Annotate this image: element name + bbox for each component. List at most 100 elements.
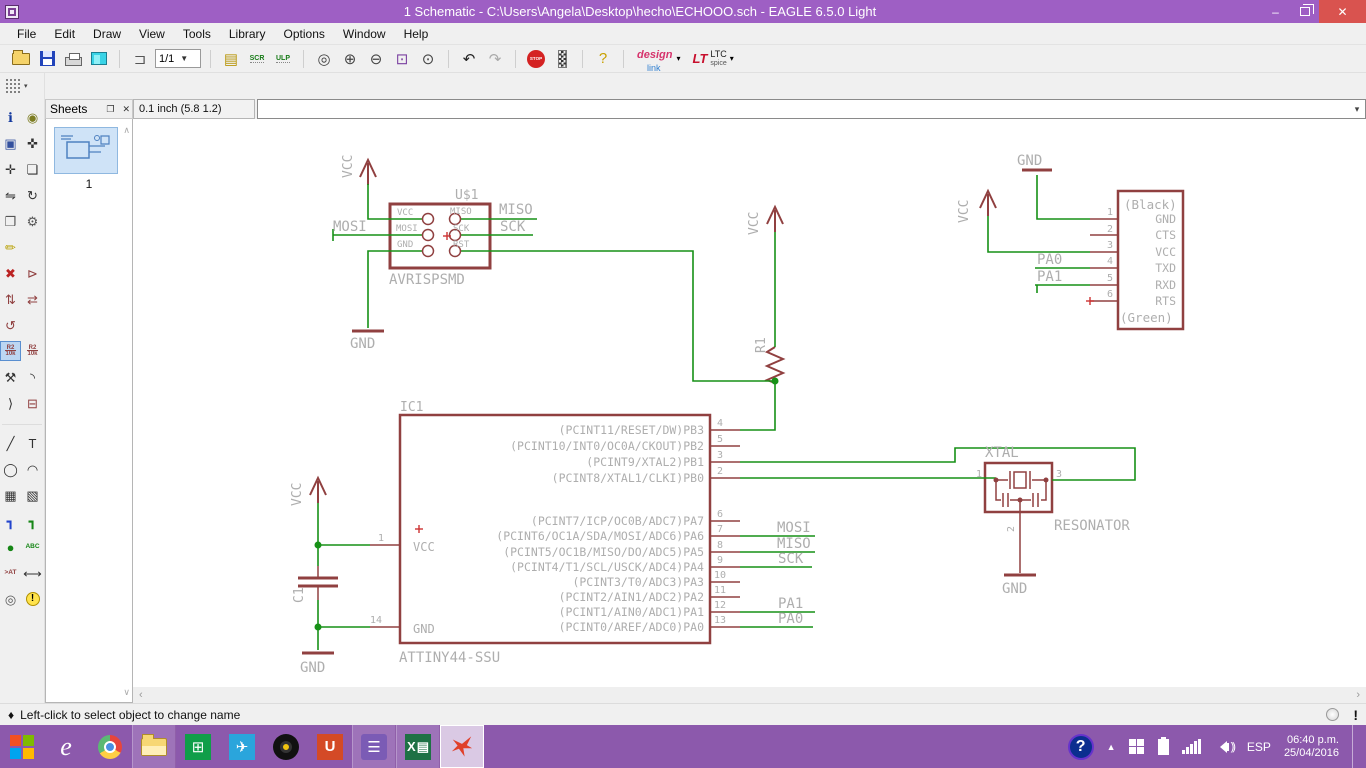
toolbar-run-script-button[interactable]: SCR xyxy=(246,48,268,70)
hidden-icons-arrow[interactable]: ▲ xyxy=(1107,742,1116,752)
tool-label[interactable]: ABC xyxy=(22,537,43,557)
sheets-scroll-down-icon[interactable]: ∨ xyxy=(123,687,130,698)
tool-smash[interactable]: ⚒ xyxy=(0,367,21,387)
menu-item-edit[interactable]: Edit xyxy=(45,25,84,43)
tool-bus[interactable]: ┓ xyxy=(0,511,21,531)
help-tray-icon[interactable]: ? xyxy=(1067,733,1094,760)
tool-mark[interactable]: ✜ xyxy=(22,133,43,153)
volume-icon[interactable]: )) xyxy=(1214,740,1236,753)
tool-cut[interactable]: ✏ xyxy=(0,237,21,257)
tool-attribute[interactable]: >AT xyxy=(0,563,21,583)
tool-net[interactable]: ┓ xyxy=(22,511,43,531)
taskbar-media-app-icon[interactable] xyxy=(264,725,308,768)
tool-dimension[interactable]: ⟷ xyxy=(22,563,43,583)
tool-miter[interactable]: ◝ xyxy=(22,367,43,387)
toolbar-zoom-in-button[interactable]: ⊕ xyxy=(339,48,361,70)
taskbar-pdf-app-icon[interactable]: U xyxy=(308,725,352,768)
tool-mirror[interactable]: ⇋ xyxy=(0,185,21,205)
toolbar-print-button[interactable] xyxy=(62,48,84,70)
tool-erc[interactable]: ◎ xyxy=(0,589,21,609)
tool-value[interactable]: R2 10k xyxy=(22,341,43,361)
float-panel-icon[interactable]: ❐ xyxy=(104,104,116,115)
tool-text[interactable]: T xyxy=(22,433,43,453)
grid-button[interactable]: ▾ xyxy=(0,73,44,99)
taskbar-file-explorer-icon[interactable] xyxy=(132,725,176,768)
tool-split[interactable]: ⟩ xyxy=(0,393,21,413)
tool-replace[interactable]: ↺ xyxy=(0,315,21,335)
tool-gateswap[interactable]: ⇄ xyxy=(22,289,43,309)
toolbar-open-button[interactable] xyxy=(10,48,32,70)
toolbar-zoom-out-button[interactable]: ⊖ xyxy=(365,48,387,70)
toolbar-use-library-button[interactable]: ▤ xyxy=(220,48,242,70)
tool-junction[interactable]: ● xyxy=(0,537,21,557)
network-signal-icon[interactable] xyxy=(1181,739,1201,754)
language-indicator[interactable]: ESP xyxy=(1247,740,1271,754)
toolbar-help-button[interactable]: ? xyxy=(592,48,614,70)
maximize-button[interactable] xyxy=(1290,0,1319,23)
tool-wire[interactable]: ╱ xyxy=(0,433,21,453)
taskbar-settings-app-icon[interactable]: ☰ xyxy=(352,725,396,768)
toolbar-zoom-select-button[interactable]: ⊡ xyxy=(391,48,413,70)
toolbar-cam-processor-button[interactable] xyxy=(88,48,110,70)
taskbar-chrome-icon[interactable] xyxy=(88,725,132,768)
sheets-scroll-up-icon[interactable]: ∧ xyxy=(123,125,130,136)
toolbar-stop-button[interactable]: STOP xyxy=(525,48,547,70)
tool-invoke[interactable]: ⊟ xyxy=(22,393,43,413)
toolbar-go-button[interactable] xyxy=(551,48,573,70)
scroll-right-icon[interactable]: › xyxy=(1356,689,1360,701)
taskbar-rocket-app-icon[interactable]: ✈ xyxy=(220,725,264,768)
toolbar-redo-button[interactable]: ↷ xyxy=(484,48,506,70)
toolbar-zoom-redraw-button[interactable]: ⊙ xyxy=(417,48,439,70)
tool-arc[interactable]: ◠ xyxy=(22,459,43,479)
tool-rect[interactable]: ▦ xyxy=(0,485,21,505)
menu-item-options[interactable]: Options xyxy=(275,25,334,43)
tool-polygon[interactable]: ▧ xyxy=(22,485,43,505)
tool-circle[interactable]: ◯ xyxy=(0,459,21,479)
scroll-left-icon[interactable]: ‹ xyxy=(139,689,143,701)
tool-change[interactable]: ⚙ xyxy=(22,211,43,231)
toolbar-sheet-select[interactable]: 1/1 ▼ xyxy=(155,49,201,68)
tool-errors[interactable]: ! xyxy=(22,589,43,609)
tool-add[interactable]: ⊳ xyxy=(22,263,43,283)
tool-delete[interactable]: ✖ xyxy=(0,263,21,283)
menu-item-view[interactable]: View xyxy=(130,25,174,43)
menu-item-tools[interactable]: Tools xyxy=(174,25,220,43)
menu-item-file[interactable]: File xyxy=(8,25,45,43)
tool-group[interactable]: ❒ xyxy=(0,211,21,231)
toolbar-design-link-button[interactable]: design link ▾ xyxy=(633,45,684,73)
battery-icon[interactable] xyxy=(1157,736,1169,755)
command-dropdown-icon[interactable]: ▾ xyxy=(1349,104,1365,115)
toolbar-ltc-spice-button[interactable]: LT LTC spice ▾ xyxy=(688,49,737,68)
menu-item-library[interactable]: Library xyxy=(220,25,275,43)
tool-move[interactable]: ✛ xyxy=(0,159,21,179)
minimize-button[interactable]: – xyxy=(1261,0,1290,23)
windows-tray-icon[interactable] xyxy=(1128,738,1145,755)
tool-display-layers[interactable]: ▣ xyxy=(0,133,21,153)
tool-copy[interactable]: ❏ xyxy=(22,159,43,179)
tool-rotate[interactable]: ↻ xyxy=(22,185,43,205)
toolbar-save-button[interactable] xyxy=(36,48,58,70)
schematic-canvas[interactable]: VCC U$1 VCC MOSI GND MISO SCK RST AVRISPSMD MOSI M… xyxy=(133,119,1366,687)
toolbar-switch-to-board-button[interactable]: ⊐ xyxy=(129,48,151,70)
toolbar-zoom-fit-button[interactable]: ◎ xyxy=(313,48,335,70)
toolbar-undo-button[interactable]: ↶ xyxy=(458,48,480,70)
taskbar-start-icon[interactable] xyxy=(0,725,44,768)
close-button[interactable]: ✕ xyxy=(1319,0,1366,23)
taskbar-windows-store-icon[interactable]: ⊞ xyxy=(176,725,220,768)
sheet-thumbnail[interactable] xyxy=(54,127,118,174)
clock[interactable]: 06:40 p.m. 25/04/2016 xyxy=(1284,734,1339,760)
menu-item-window[interactable]: Window xyxy=(334,25,395,43)
tool-show[interactable]: ◉ xyxy=(22,107,43,127)
close-panel-icon[interactable]: ✕ xyxy=(120,104,132,115)
toolbar-run-ulp-button[interactable]: ULP xyxy=(272,48,294,70)
taskbar-eagle-icon[interactable] xyxy=(440,725,484,768)
taskbar-excel-icon[interactable]: X ▤ xyxy=(396,725,440,768)
show-desktop-button[interactable] xyxy=(1352,725,1358,768)
menu-item-help[interactable]: Help xyxy=(395,25,438,43)
taskbar-internet-explorer-icon[interactable]: e xyxy=(44,725,88,768)
tool-info[interactable]: ℹ xyxy=(0,107,21,127)
menu-item-draw[interactable]: Draw xyxy=(84,25,130,43)
command-input[interactable] xyxy=(258,100,1349,118)
tool-pinswap[interactable]: ⇅ xyxy=(0,289,21,309)
tool-name[interactable]: R2 10k xyxy=(0,341,21,361)
